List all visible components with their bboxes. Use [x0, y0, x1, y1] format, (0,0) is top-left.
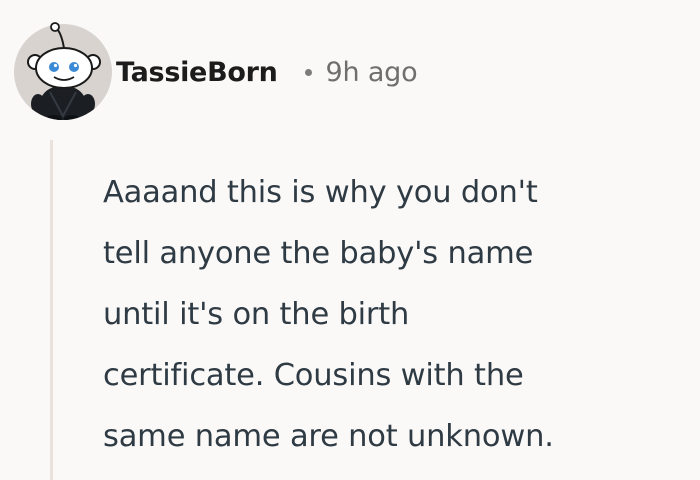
- comment-body-line: certificate. Cousins with the: [103, 358, 524, 393]
- snoo-avatar-icon: [14, 22, 112, 120]
- comment-header: TassieBorn 9h ago: [116, 52, 418, 92]
- comment-body-line: Aaaand this is why you don't: [103, 175, 538, 210]
- comment-author-link[interactable]: TassieBorn: [116, 57, 278, 88]
- comment-timestamp[interactable]: 9h ago: [326, 57, 418, 88]
- comment-body-line: until it's on the birth: [103, 297, 410, 332]
- separator-dot-icon: [304, 68, 312, 76]
- thread-collapse-line[interactable]: [50, 140, 53, 480]
- comment-body-line: same name are not unknown.: [103, 419, 554, 454]
- comment-card: TassieBorn 9h ago Aaaand this is why you…: [0, 0, 700, 480]
- user-avatar[interactable]: [14, 20, 112, 120]
- comment-body-line: tell anyone the baby's name: [103, 236, 534, 271]
- comment-body: Aaaand this is why you don't tell anyone…: [103, 162, 693, 467]
